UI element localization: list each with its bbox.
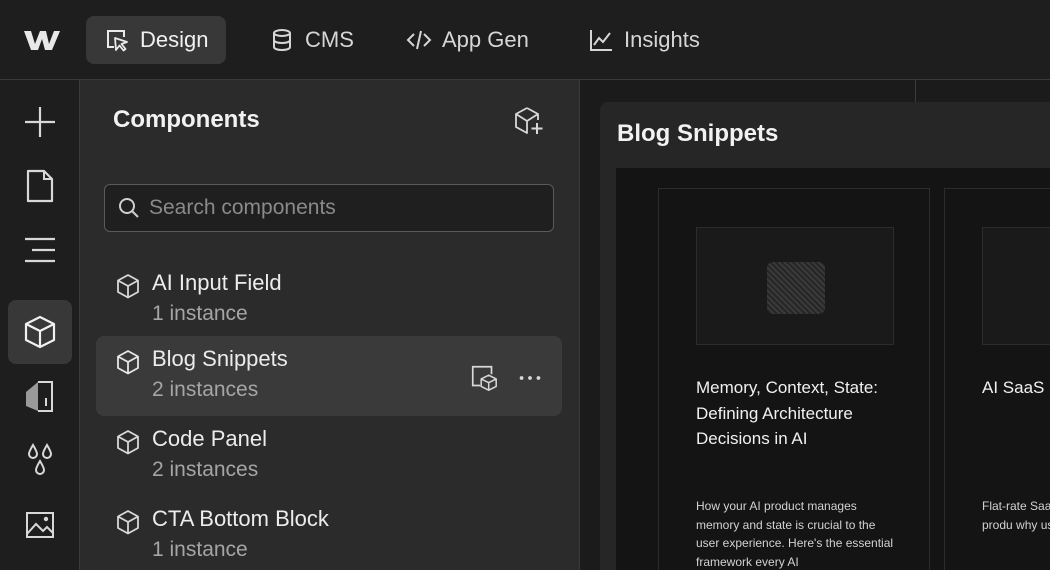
component-icon [117,274,139,299]
component-frame[interactable]: Blog Snippets Memory, Context, State: De… [600,102,1050,570]
left-toolbar [0,80,80,570]
navigator-icon [25,237,55,263]
panel-title: Components [113,106,260,133]
card-title: Memory, Context, State: Defining Archite… [696,378,879,448]
components-panel: Components AI Input Field 1 instance Blo… [80,80,580,570]
tab-insights[interactable]: Insights [570,16,718,64]
pages-button[interactable] [8,154,72,218]
card-description: How your AI product manages memory and s… [696,499,894,569]
canvas-guide [915,80,916,102]
component-name: Blog Snippets [152,346,288,371]
new-component-icon[interactable] [514,106,544,136]
component-icon [117,430,139,455]
component-icon [117,510,139,535]
component-item-blog-snippets[interactable]: Blog Snippets 2 instances [96,336,562,416]
variables-drops-icon [27,443,53,475]
component-name: AI Input Field [152,270,282,295]
tab-app-gen[interactable]: App Gen [388,16,547,64]
search-icon [119,198,139,218]
component-item-code-panel[interactable]: Code Panel 2 instances [96,416,562,496]
card-description: Flat-rate SaaS sense befor killing produ… [982,499,1050,532]
frame-title: Blog Snippets [617,120,779,147]
code-icon [406,30,432,50]
tab-insights-label: Insights [624,27,700,52]
components-button[interactable] [8,300,72,364]
card-image [982,227,1050,345]
database-icon [273,29,291,52]
page-icon [26,169,54,203]
component-item-ai-input-field[interactable]: AI Input Field 1 instance [96,260,562,340]
navigator-button[interactable] [8,218,72,282]
component-name: CTA Bottom Block [152,506,329,531]
line-chart-icon [590,30,612,51]
component-item-cta-bottom-block[interactable]: CTA Bottom Block 1 instance [96,496,562,570]
frame-body: Memory, Context, State: Defining Archite… [616,168,1050,570]
component-instance-count: 1 instance [152,302,248,325]
tab-cms[interactable]: CMS [251,16,372,64]
blog-card[interactable]: Memory, Context, State: Defining Archite… [658,188,930,570]
variables-button[interactable] [8,428,72,492]
component-instance-count: 1 instance [152,538,248,561]
search-field[interactable] [104,184,554,232]
image-placeholder-icon [767,262,825,314]
tab-design[interactable]: Design [86,16,227,64]
add-icon [25,107,55,137]
component-instance-count: 2 instances [152,458,259,481]
add-elements-button[interactable] [8,90,72,154]
component-instance-count: 2 instances [152,378,259,401]
search-input[interactable] [149,196,529,220]
select-instances-button[interactable] [468,362,500,394]
tab-design-label: Design [140,27,209,52]
top-bar: Design CMS App Gen Insights [0,0,1050,80]
style-selectors-icon [26,381,53,412]
tab-cms-label: CMS [305,27,354,52]
assets-image-icon [26,512,54,538]
blog-card[interactable]: AI SaaS Usage-B Win Flat-rate SaaS sense… [944,188,1050,570]
component-name: Code Panel [152,426,267,451]
tab-app-gen-label: App Gen [442,27,529,52]
component-select-icon [471,365,497,391]
more-options-button[interactable] [514,362,546,394]
cursor-square-icon [107,30,128,52]
assets-button[interactable] [8,492,72,556]
design-canvas[interactable]: Blog Snippets Memory, Context, State: De… [580,80,1050,570]
component-icon [117,350,139,375]
more-dots-icon [519,376,541,380]
webflow-logo-icon[interactable] [22,26,62,54]
card-image [696,227,894,345]
style-selectors-button[interactable] [8,364,72,428]
card-title: AI SaaS Usage-B Win [982,378,1050,397]
component-icon [24,315,56,349]
